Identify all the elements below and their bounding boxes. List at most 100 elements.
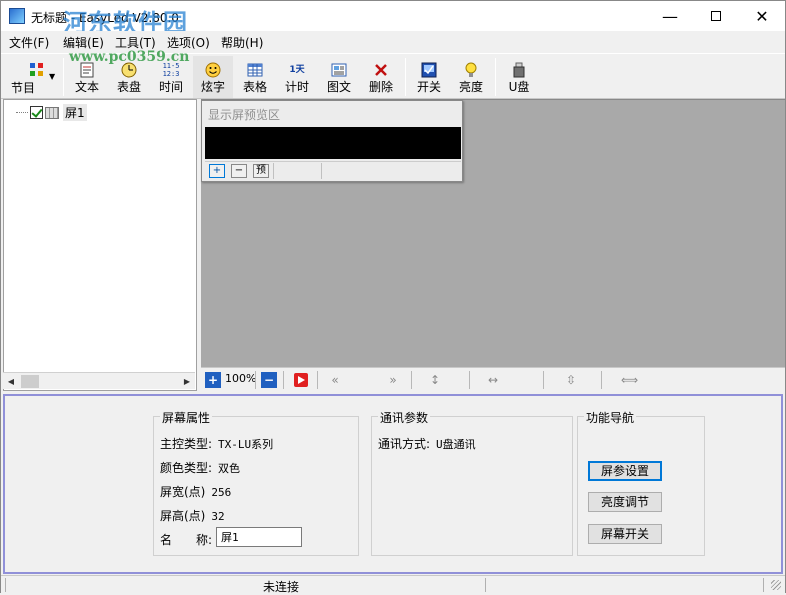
program-label: 节目 — [11, 81, 36, 95]
brightness-adjust-button[interactable]: 亮度调节 — [588, 492, 662, 512]
minimize-icon: — — [662, 6, 678, 26]
comm-params-title: 通讯参数 — [378, 409, 431, 426]
zoom-out-icon[interactable]: − — [261, 372, 277, 388]
lightbulb-icon — [463, 62, 479, 78]
title-bar[interactable]: 无标题 - EasyLed V2.80.0 河东软件园 — ✕ — [1, 1, 785, 37]
brightness-button[interactable]: 亮度 — [451, 56, 491, 98]
controller-row: 主控类型: TX-LU系列 — [160, 437, 274, 451]
comm-params-group: 通讯参数 通讯方式: U盘通讯 — [371, 409, 573, 556]
align-horizontal-icon[interactable]: ⟺ — [621, 372, 638, 388]
screen-switch-button[interactable]: 屏幕开关 — [588, 524, 662, 544]
toolbar-separator — [255, 371, 256, 389]
status-separator — [485, 578, 486, 592]
height-value: 32 — [211, 510, 225, 523]
preview-canvas[interactable]: 显示屏预览区 + − 预 — [201, 99, 785, 367]
toolbar-separator — [283, 371, 284, 389]
scroll-left-icon[interactable]: ◀ — [3, 374, 19, 389]
zoom-level: 100% — [225, 372, 257, 385]
program-icon — [29, 62, 45, 78]
width-row: 屏宽(点) 256 — [160, 485, 232, 499]
screen-properties-title: 屏幕属性 — [160, 409, 213, 426]
screen-settings-button[interactable]: 屏参设置 — [588, 461, 662, 481]
smiley-icon — [205, 62, 221, 78]
preview-separator — [321, 163, 322, 179]
horizontal-stretch-icon[interactable]: ↔ — [485, 372, 501, 388]
time-label: 时间 — [158, 80, 183, 94]
preview-window[interactable]: 显示屏预览区 + − 预 — [201, 100, 463, 182]
scroll-right-icon[interactable]: ▶ — [179, 374, 195, 389]
menu-help[interactable]: 帮助(H) — [221, 34, 263, 51]
preview-controls: + − 预 — [205, 161, 461, 179]
preview-toolbar: + 100% − « » ↕ ↔ ⇳ ⟺ — [201, 367, 785, 391]
image-text-label: 图文 — [326, 80, 351, 94]
screen-properties-group: 屏幕属性 主控类型: TX-LU系列 颜色类型: 双色 屏宽(点) 256 屏高(点)… — [153, 409, 359, 556]
tree-horizontal-scrollbar[interactable]: ◀ ▶ — [3, 372, 195, 389]
close-button[interactable]: ✕ — [739, 1, 785, 31]
program-tree[interactable]: 屏1 — [3, 99, 197, 391]
fancy-text-button[interactable]: 炫字 — [193, 56, 233, 98]
usb-drive-icon — [511, 62, 527, 78]
zoom-in-button[interactable]: + — [209, 164, 225, 178]
maximize-button[interactable] — [693, 1, 739, 31]
maximize-icon — [711, 11, 721, 21]
status-bar: 未连接 — [1, 575, 785, 594]
connection-status: 未连接 — [263, 580, 300, 594]
table-button[interactable]: 表格 — [235, 56, 275, 98]
preview-button[interactable]: 预 — [253, 164, 269, 178]
delete-label: 删除 — [368, 80, 393, 94]
scroll-thumb[interactable] — [21, 375, 39, 388]
toolbar-separator — [601, 371, 602, 389]
table-label: 表格 — [242, 80, 267, 94]
timer-button[interactable]: 1天 计时 — [277, 56, 317, 98]
play-icon[interactable] — [293, 372, 309, 388]
move-last-icon[interactable]: » — [385, 372, 401, 388]
watermark-url: www.pc0359.cn — [69, 49, 190, 65]
led-screen-icon — [45, 106, 59, 119]
timer-icon: 1天 — [289, 65, 305, 75]
screen-name-input[interactable] — [216, 527, 302, 547]
properties-panel: 屏幕属性 主控类型: TX-LU系列 颜色类型: 双色 屏宽(点) 256 屏高(点)… — [3, 394, 783, 574]
tree-connector — [16, 112, 28, 113]
delete-icon — [373, 62, 389, 78]
color-row: 颜色类型: 双色 — [160, 461, 241, 475]
led-display-preview[interactable] — [205, 127, 461, 159]
align-vertical-icon[interactable]: ⇳ — [563, 372, 579, 388]
move-first-icon[interactable]: « — [327, 372, 343, 388]
controller-value: TX-LU系列 — [218, 438, 274, 451]
image-text-icon — [331, 62, 347, 78]
function-nav-group: 功能导航 屏参设置 亮度调节 屏幕开关 — [577, 409, 705, 556]
color-value: 双色 — [218, 462, 241, 475]
minimize-button[interactable]: — — [647, 1, 693, 31]
function-nav-title: 功能导航 — [584, 409, 637, 426]
table-icon — [247, 62, 263, 78]
resize-grip-icon[interactable] — [771, 580, 781, 590]
usb-button[interactable]: U盘 — [499, 56, 539, 98]
toolbar-separator — [543, 371, 544, 389]
toolbar-separator — [317, 371, 318, 389]
chevron-down-icon[interactable]: ▼ — [49, 72, 55, 81]
tree-node-screen[interactable]: 屏1 — [16, 104, 87, 121]
name-label: 名 称: — [160, 533, 213, 547]
screen-checkbox[interactable] — [30, 106, 43, 119]
app-window: 无标题 - EasyLed V2.80.0 河东软件园 — ✕ 文件(F) 编辑… — [0, 0, 786, 594]
power-switch-icon — [421, 62, 437, 78]
menu-file[interactable]: 文件(F) — [9, 34, 49, 51]
switch-label: 开关 — [416, 80, 441, 94]
image-text-button[interactable]: 图文 — [319, 56, 359, 98]
text-label: 文本 — [74, 80, 99, 94]
menu-bar: 文件(F) 编辑(E) 工具(T) 选项(O) 帮助(H) — [1, 31, 785, 51]
vertical-stretch-icon[interactable]: ↕ — [427, 372, 443, 388]
zoom-out-button[interactable]: − — [231, 164, 247, 178]
toolbar-separator — [411, 371, 412, 389]
app-icon — [9, 8, 25, 24]
dial-label: 表盘 — [116, 80, 141, 94]
brightness-label: 亮度 — [458, 80, 483, 94]
status-separator — [763, 578, 764, 592]
delete-button[interactable]: 删除 — [361, 56, 401, 98]
zoom-in-icon[interactable]: + — [205, 372, 221, 388]
switch-button[interactable]: 开关 — [409, 56, 449, 98]
timer-label: 计时 — [284, 80, 309, 94]
program-button[interactable]: ▼ 节目 — [5, 56, 59, 98]
height-row: 屏高(点) 32 — [160, 509, 225, 523]
close-icon: ✕ — [755, 6, 769, 26]
